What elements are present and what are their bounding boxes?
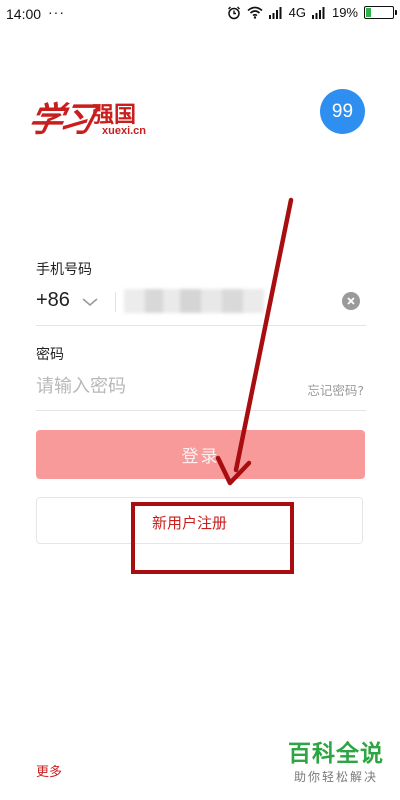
password-input[interactable]	[36, 368, 266, 404]
register-button-label[interactable]: 新用户注册	[152, 512, 227, 533]
login-button[interactable]: 登录	[36, 430, 365, 479]
status-more-dots: ···	[48, 4, 65, 20]
alarm-icon	[227, 6, 241, 20]
status-icons: 4G 19%	[227, 5, 397, 20]
network-type: 4G	[288, 5, 306, 20]
password-label: 密码	[36, 347, 64, 363]
watermark: 百科全说 助你轻松解决	[288, 740, 384, 786]
divider	[115, 292, 116, 312]
phone-field: +86	[36, 283, 366, 326]
phone-input[interactable]	[124, 289, 264, 313]
phone-label: 手机号码	[36, 262, 92, 278]
watermark-subtitle: 助你轻松解决	[293, 770, 378, 784]
watermark-title: 百科全说	[288, 741, 384, 767]
logo-domain: xuexi.cn	[102, 125, 147, 137]
battery-percent: 19%	[331, 5, 358, 20]
password-field: 忘记密码?	[36, 366, 366, 411]
status-bar: 14:00 ··· 4G 19%	[0, 0, 400, 30]
chevron-down-icon[interactable]	[81, 293, 99, 312]
more-link[interactable]: 更多	[36, 761, 62, 780]
battery-level	[366, 8, 371, 17]
badge-99[interactable]: 99	[320, 89, 365, 134]
country-code-selector[interactable]: +86	[36, 289, 70, 312]
signal-icon	[268, 6, 283, 19]
status-time: 14:00	[6, 6, 42, 22]
clear-icon[interactable]	[342, 292, 360, 310]
app-logo: 学习 强国 xuexi.cn	[25, 92, 160, 142]
wifi-icon	[247, 6, 263, 19]
logo-calligraphy: 学习	[25, 100, 96, 140]
battery-icon	[364, 6, 397, 19]
forgot-password-link[interactable]: 忘记密码?	[307, 380, 364, 399]
signal-icon	[311, 6, 326, 19]
